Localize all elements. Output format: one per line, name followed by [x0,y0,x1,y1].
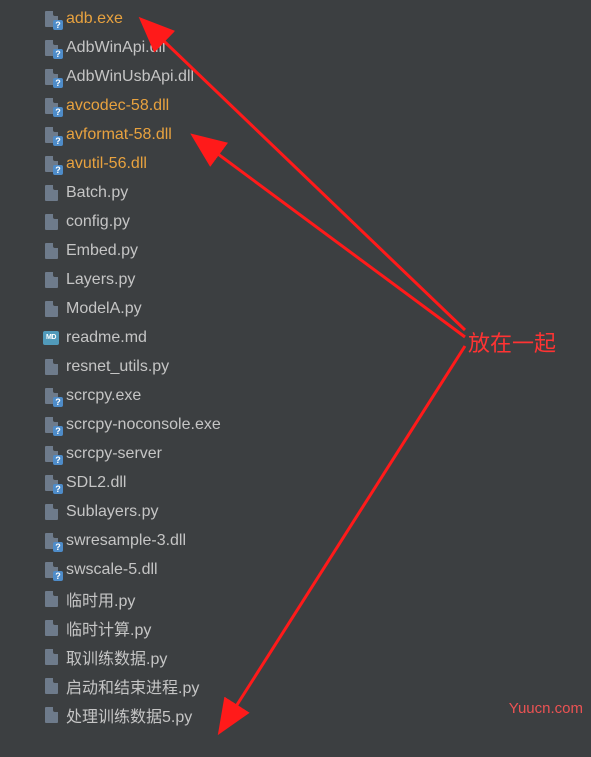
file-name-label: swscale-5.dll [66,561,158,579]
file-item[interactable]: config.py [42,207,591,236]
file-name-label: 临时计算.py [66,616,151,640]
file-item[interactable]: ? swresample-3.dll [42,526,591,555]
file-item[interactable]: ? scrcpy-server [42,439,591,468]
file-name-label: config.py [66,213,130,231]
python-file-icon [42,648,60,666]
file-item[interactable]: ? avcodec-58.dll [42,91,591,120]
file-name-label: 启动和结束进程.py [66,674,199,698]
file-item[interactable]: ? scrcpy-noconsole.exe [42,410,591,439]
file-name-label: AdbWinApi.dll [66,39,166,57]
generic-file-icon: ? [42,561,60,579]
watermark: Yuucn.com [509,700,583,717]
generic-file-icon: ? [42,126,60,144]
file-tree: ? adb.exe? AdbWinApi.dll? AdbWinUsbApi.dll?… [0,0,591,729]
file-name-label: 临时用.py [66,587,135,611]
file-name-label: SDL2.dll [66,474,126,492]
python-file-icon [42,271,60,289]
file-item[interactable]: Layers.py [42,265,591,294]
file-name-label: adb.exe [66,10,123,28]
python-file-icon [42,619,60,637]
file-item[interactable]: ModelA.py [42,294,591,323]
generic-file-icon: ? [42,68,60,86]
file-name-label: scrcpy-server [66,445,162,463]
file-item[interactable]: Embed.py [42,236,591,265]
file-name-label: Layers.py [66,271,135,289]
file-name-label: 取训练数据.py [66,645,167,669]
python-file-icon [42,590,60,608]
python-file-icon [42,184,60,202]
file-item[interactable]: ? adb.exe [42,4,591,33]
markdown-file-icon [42,329,60,347]
python-file-icon [42,706,60,724]
python-file-icon [42,677,60,695]
file-name-label: AdbWinUsbApi.dll [66,68,194,86]
file-item[interactable]: 取训练数据.py [42,642,591,671]
generic-file-icon: ? [42,155,60,173]
file-name-label: ModelA.py [66,300,142,318]
file-item[interactable]: ? avutil-56.dll [42,149,591,178]
file-item[interactable]: 临时计算.py [42,613,591,642]
file-name-label: Batch.py [66,184,128,202]
file-name-label: scrcpy.exe [66,387,141,405]
file-item[interactable]: Batch.py [42,178,591,207]
file-item[interactable]: ? SDL2.dll [42,468,591,497]
python-file-icon [42,242,60,260]
generic-file-icon: ? [42,416,60,434]
file-item[interactable]: ? avformat-58.dll [42,120,591,149]
file-name-label: swresample-3.dll [66,532,186,550]
generic-file-icon: ? [42,532,60,550]
file-name-label: readme.md [66,329,147,347]
generic-file-icon: ? [42,10,60,28]
file-name-label: avutil-56.dll [66,155,147,173]
python-file-icon [42,503,60,521]
file-item[interactable]: 启动和结束进程.py [42,671,591,700]
generic-file-icon: ? [42,387,60,405]
file-item[interactable]: ? scrcpy.exe [42,381,591,410]
generic-file-icon: ? [42,474,60,492]
python-file-icon [42,358,60,376]
generic-file-icon: ? [42,97,60,115]
file-item[interactable]: ? AdbWinApi.dll [42,33,591,62]
file-name-label: scrcpy-noconsole.exe [66,416,221,434]
file-name-label: resnet_utils.py [66,358,169,376]
file-name-label: avcodec-58.dll [66,97,169,115]
file-name-label: avformat-58.dll [66,126,172,144]
python-file-icon [42,300,60,318]
python-file-icon [42,213,60,231]
generic-file-icon: ? [42,39,60,57]
file-item[interactable]: ? swscale-5.dll [42,555,591,584]
generic-file-icon: ? [42,445,60,463]
file-item[interactable]: ? AdbWinUsbApi.dll [42,62,591,91]
file-item[interactable]: Sublayers.py [42,497,591,526]
file-item[interactable]: 临时用.py [42,584,591,613]
file-name-label: 处理训练数据5.py [66,703,192,727]
file-name-label: Embed.py [66,242,138,260]
file-name-label: Sublayers.py [66,503,159,521]
annotation-label: 放在一起 [468,326,556,358]
